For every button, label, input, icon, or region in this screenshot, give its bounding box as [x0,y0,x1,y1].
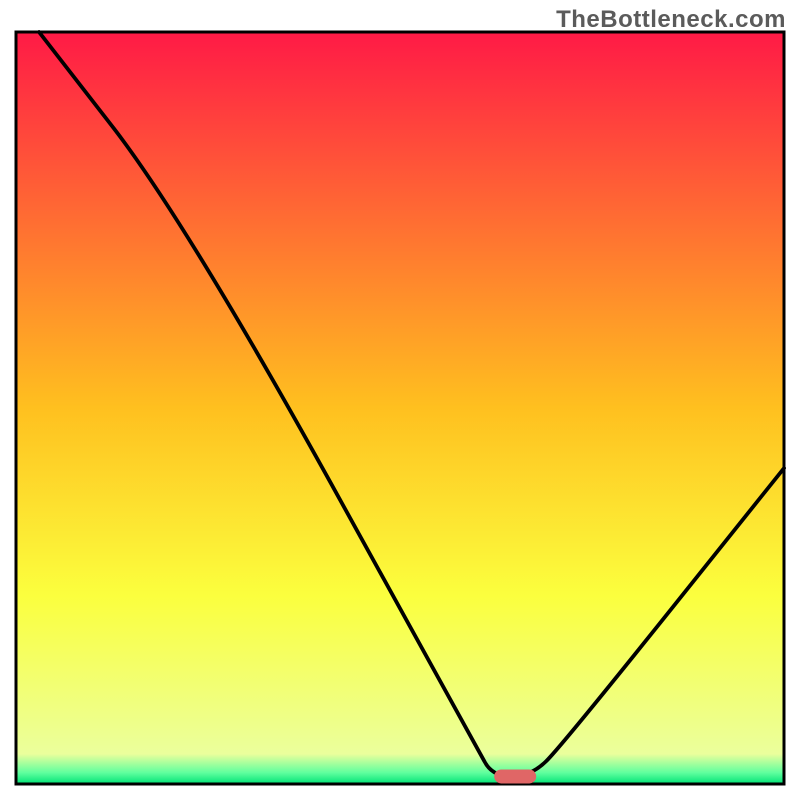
chart-svg [0,0,800,800]
bottleneck-chart: TheBottleneck.com [0,0,800,800]
minimum-marker [494,769,536,783]
plot-background [16,32,784,784]
watermark-text: TheBottleneck.com [556,6,786,34]
